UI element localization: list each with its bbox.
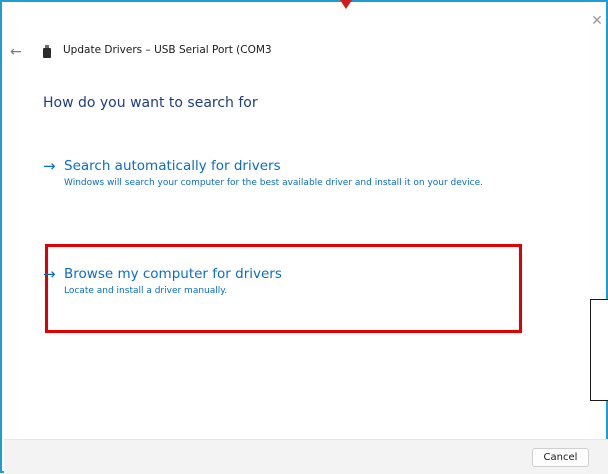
usb-device-icon <box>43 45 51 58</box>
search-automatically-option[interactable]: → Search automatically for drivers Windo… <box>43 157 513 207</box>
option-title[interactable]: Search automatically for drivers <box>64 157 281 175</box>
arrow-right-icon: → <box>43 265 56 283</box>
arrow-right-icon: → <box>43 157 56 175</box>
annotation-marker <box>340 0 352 9</box>
close-icon[interactable]: ✕ <box>588 12 606 30</box>
annotation-side-box <box>590 299 608 401</box>
update-drivers-dialog: ✕ ← Update Drivers – USB Serial Port (CO… <box>0 0 608 474</box>
cancel-button[interactable]: Cancel <box>532 448 589 467</box>
browse-my-computer-option[interactable]: → Browse my computer for drivers Locate … <box>43 265 513 305</box>
back-arrow-icon[interactable]: ← <box>10 43 30 61</box>
page-heading: How do you want to search for <box>43 95 258 111</box>
option-description: Windows will search your computer for th… <box>64 178 483 188</box>
window-title: Update Drivers – USB Serial Port (COM3 <box>63 44 272 56</box>
option-description: Locate and install a driver manually. <box>64 286 228 296</box>
option-title[interactable]: Browse my computer for drivers <box>64 265 282 283</box>
dialog-footer <box>4 439 608 474</box>
